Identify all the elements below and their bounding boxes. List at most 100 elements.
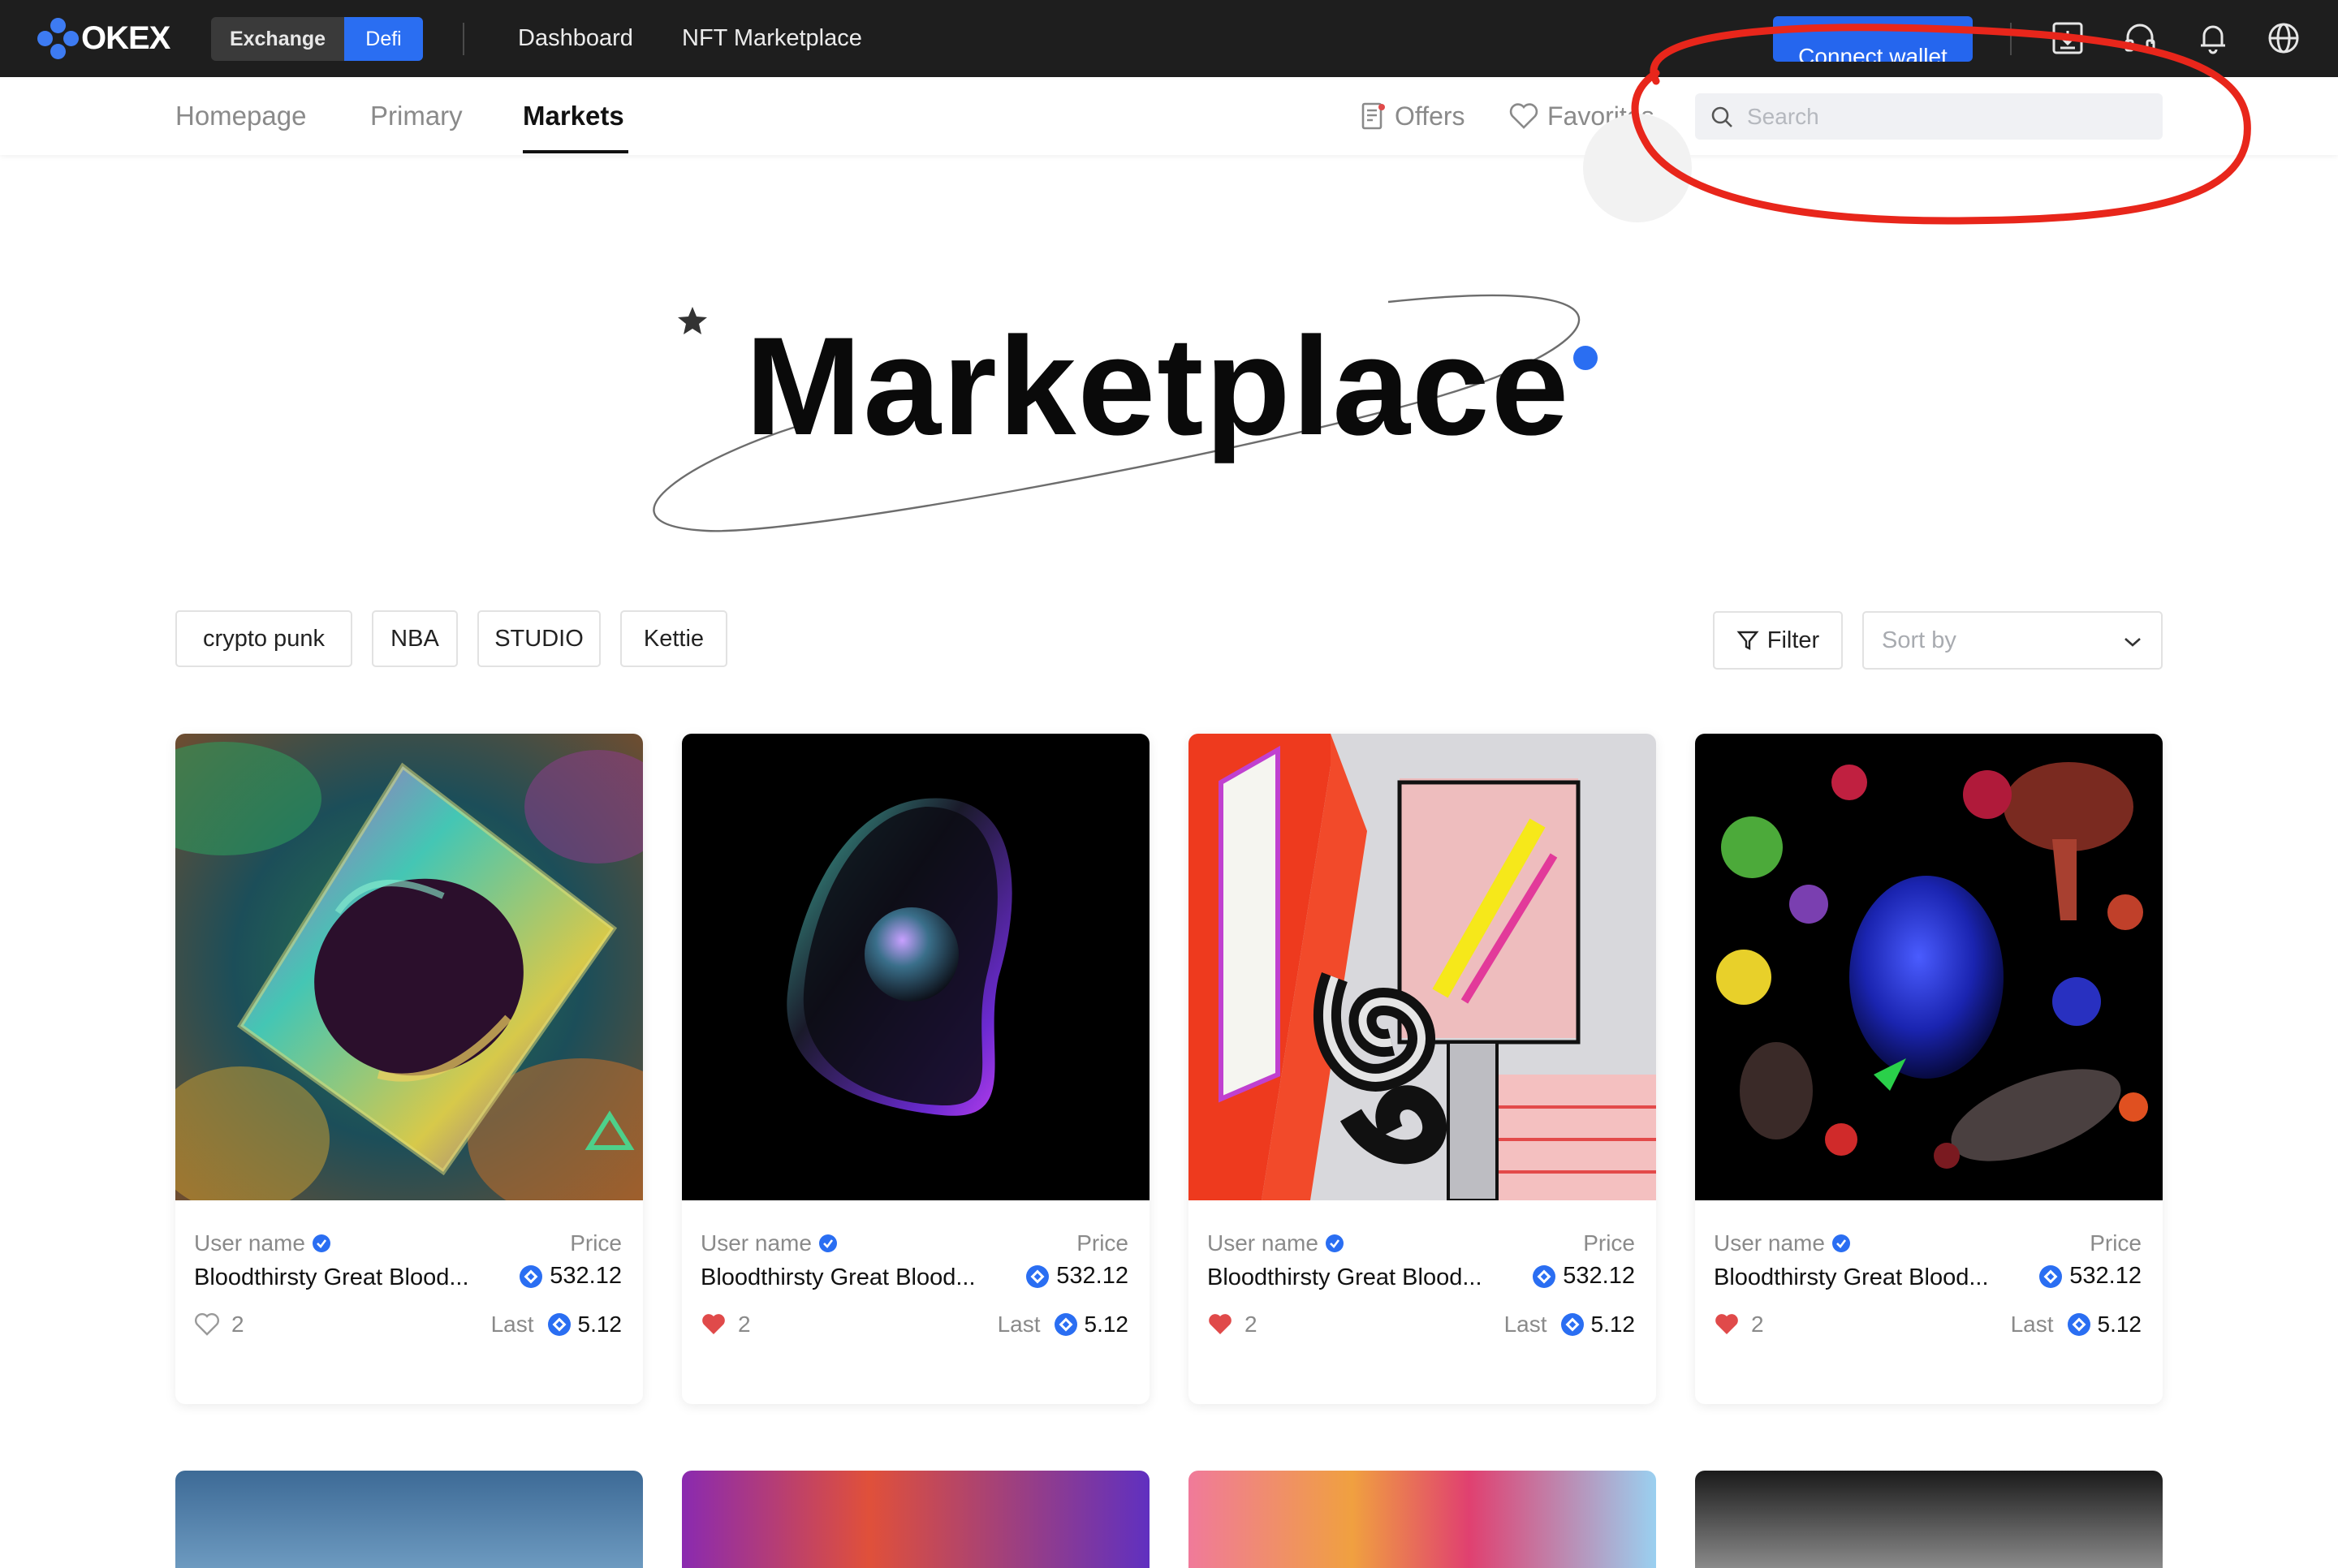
verified-badge-icon <box>818 1234 837 1252</box>
nft-price: 532.12 <box>1025 1263 1128 1290</box>
mode-exchange-button[interactable]: Exchange <box>211 17 344 61</box>
search-input[interactable] <box>1745 102 2138 131</box>
okex-coin-icon <box>1560 1313 1584 1336</box>
nft-card[interactable]: User name Price Bloodthirsty Great Blood… <box>682 734 1150 1404</box>
brand-name: OKEX <box>81 19 170 56</box>
download-icon[interactable] <box>2049 19 2086 57</box>
nft-card[interactable]: User name Price Bloodthirsty Great Blood… <box>175 734 643 1404</box>
heart-filled-icon <box>1715 1314 1738 1334</box>
price-label: Price <box>1583 1230 1635 1256</box>
nft-card[interactable]: User name Price Bloodthirsty Great Blood… <box>1695 734 2163 1404</box>
tag-crypto-punk[interactable]: crypto punk <box>175 610 352 667</box>
nav-dashboard[interactable]: Dashboard <box>518 0 633 77</box>
tag-studio[interactable]: STUDIO <box>477 610 601 667</box>
document-icon <box>1361 102 1385 130</box>
okex-coin-icon <box>1533 1264 1556 1288</box>
price-label: Price <box>1076 1230 1128 1256</box>
last-price-value: 5.12 <box>1590 1312 1636 1337</box>
search-icon <box>1711 106 1732 127</box>
okex-coin-icon <box>2067 1313 2090 1336</box>
last-price: Last 5.12 <box>998 1312 1128 1338</box>
sort-by-select[interactable]: Sort by <box>1862 611 2163 670</box>
globe-icon[interactable] <box>2265 19 2302 57</box>
nft-price: 532.12 <box>519 1263 622 1290</box>
price-label: Price <box>570 1230 622 1256</box>
last-label: Last <box>490 1312 534 1337</box>
mode-defi-button[interactable]: Defi <box>344 17 423 61</box>
heart-outline-icon <box>1509 103 1538 129</box>
connect-wallet-button[interactable]: Connect wallet <box>1773 16 1973 62</box>
okex-logo-icon <box>37 18 79 59</box>
orbit-dot <box>1573 346 1598 370</box>
okex-coin-icon <box>1026 1264 1050 1288</box>
funnel-icon <box>1736 631 1759 650</box>
nft-title: Bloodthirsty Great Blood... <box>1714 1264 1989 1290</box>
last-price: Last 5.12 <box>1504 1312 1635 1338</box>
nft-card[interactable]: User name Price Bloodthirsty Great Blood… <box>1188 734 1656 1404</box>
card-user[interactable]: User name <box>701 1230 838 1256</box>
nft-artwork <box>682 734 1150 1200</box>
card-user[interactable]: User name <box>1714 1230 1851 1256</box>
tag-kettie[interactable]: Kettie <box>620 610 727 667</box>
nft-price: 532.12 <box>1532 1263 1635 1290</box>
heart-filled-icon <box>702 1314 725 1334</box>
nft-card-partial[interactable] <box>1695 1471 2163 1568</box>
okex-coin-icon <box>2039 1264 2063 1288</box>
last-label: Last <box>2010 1312 2054 1337</box>
connect-wallet-label: Connect wallet <box>1798 44 1948 62</box>
like-button[interactable]: 2 <box>1714 1312 1764 1338</box>
divider <box>2010 23 2012 55</box>
like-count: 2 <box>1751 1312 1764 1337</box>
headset-icon[interactable] <box>2121 19 2159 57</box>
heart-filled-icon <box>1209 1314 1232 1334</box>
top-bar: OKEX Exchange Defi Dashboard NFT Marketp… <box>0 0 2338 77</box>
user-name: User name <box>701 1230 812 1256</box>
last-label: Last <box>1503 1312 1547 1337</box>
like-button[interactable]: 2 <box>1207 1312 1257 1338</box>
star-icon <box>678 307 707 334</box>
verified-badge-icon <box>1831 1234 1850 1252</box>
decorative-circle <box>1583 114 1692 222</box>
tag-nba[interactable]: NBA <box>372 610 458 667</box>
like-button[interactable]: 2 <box>701 1312 751 1338</box>
last-price-value: 5.12 <box>2097 1312 2142 1337</box>
last-price-value: 5.12 <box>577 1312 623 1337</box>
nft-price: 532.12 <box>2038 1263 2142 1290</box>
okex-logo[interactable]: OKEX <box>37 18 170 59</box>
tab-homepage[interactable]: Homepage <box>175 77 306 155</box>
offers-label: Offers <box>1395 101 1465 131</box>
nft-card-partial[interactable] <box>175 1471 643 1568</box>
search-box[interactable] <box>1695 93 2163 140</box>
verified-badge-icon <box>312 1234 330 1252</box>
okex-coin-icon <box>547 1313 571 1336</box>
last-price: Last 5.12 <box>491 1312 622 1338</box>
nft-title: Bloodthirsty Great Blood... <box>1207 1264 1482 1290</box>
like-count: 2 <box>231 1312 244 1337</box>
card-user[interactable]: User name <box>1207 1230 1344 1256</box>
verified-badge-icon <box>1325 1234 1344 1252</box>
user-name: User name <box>1207 1230 1318 1256</box>
chevron-down-icon <box>2124 638 2141 647</box>
bell-icon[interactable] <box>2194 19 2232 57</box>
last-label: Last <box>997 1312 1041 1337</box>
heart-outline-icon <box>195 1313 219 1336</box>
filter-label: Filter <box>1766 627 1820 653</box>
nft-artwork <box>1695 734 2163 1200</box>
card-user[interactable]: User name <box>194 1230 331 1256</box>
tab-markets[interactable]: Markets <box>523 77 624 155</box>
nft-title: Bloodthirsty Great Blood... <box>701 1264 976 1290</box>
active-tab-indicator <box>523 150 628 153</box>
okex-coin-icon <box>1054 1313 1077 1336</box>
tab-primary[interactable]: Primary <box>370 77 463 155</box>
user-name: User name <box>1714 1230 1825 1256</box>
offers-link[interactable]: Offers <box>1361 77 1465 155</box>
sort-by-placeholder: Sort by <box>1882 627 1956 653</box>
nft-card-partial[interactable] <box>1188 1471 1656 1568</box>
last-price: Last 5.12 <box>2011 1312 2142 1338</box>
nft-artwork <box>175 734 643 1200</box>
okex-coin-icon <box>520 1264 543 1288</box>
nav-nft-marketplace[interactable]: NFT Marketplace <box>682 0 862 77</box>
like-button[interactable]: 2 <box>194 1312 244 1338</box>
nft-card-partial[interactable] <box>682 1471 1150 1568</box>
filter-button[interactable]: Filter <box>1713 611 1843 670</box>
